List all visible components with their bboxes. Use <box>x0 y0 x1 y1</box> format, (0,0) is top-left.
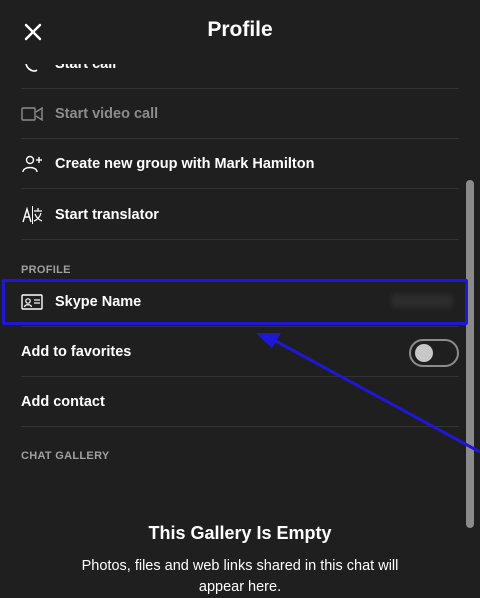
annotation-arrow <box>256 333 480 454</box>
page-title: Profile <box>207 18 273 41</box>
profile-header: Profile <box>0 0 480 64</box>
